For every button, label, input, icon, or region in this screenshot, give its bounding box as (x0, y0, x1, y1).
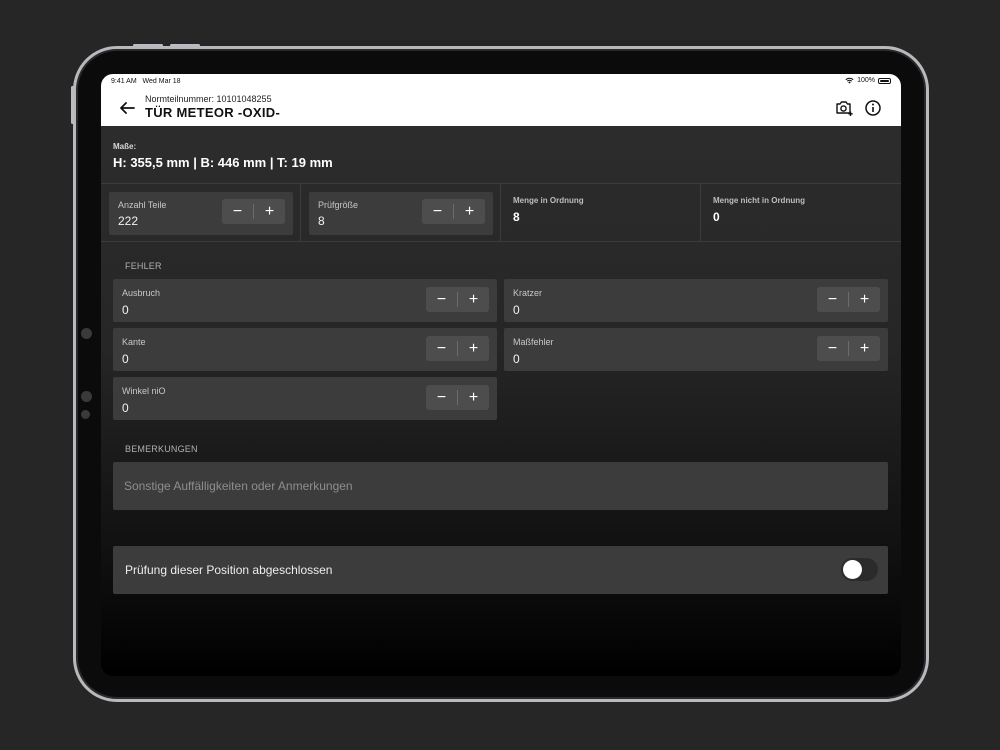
pruefgroesse-label: Prüfgröße (318, 200, 359, 210)
pruefgroesse-stepper: − + (422, 199, 485, 224)
fehler-label: Ausbruch (122, 288, 161, 298)
winkel-nio-plus-button[interactable]: + (458, 385, 489, 410)
wifi-icon (845, 77, 854, 84)
completion-row: Prüfung dieser Position abgeschlossen (113, 546, 888, 594)
side-sensor-dot (81, 391, 92, 402)
fehler-heading: FEHLER (125, 261, 162, 271)
winkel-nio-minus-button[interactable]: − (426, 385, 457, 410)
fehler-value: 0 (513, 352, 520, 366)
kante-stepper: − + (426, 336, 489, 361)
completion-toggle[interactable] (841, 558, 878, 581)
kante-minus-button[interactable]: − (426, 336, 457, 361)
menge-nicht-in-ordnung-label: Menge nicht in Ordnung (713, 196, 805, 205)
kratzer-plus-button[interactable]: + (849, 287, 880, 312)
dimensions-value: H: 355,5 mm | B: 446 mm | T: 19 mm (113, 155, 333, 170)
side-camera-dot (81, 328, 92, 339)
kratzer-minus-button[interactable]: − (817, 287, 848, 312)
bemerkungen-heading: BEMERKUNGEN (125, 444, 198, 454)
battery-percent: 100% (857, 77, 875, 84)
anzahl-teile-value: 222 (118, 214, 139, 228)
ausbruch-plus-button[interactable]: + (458, 287, 489, 312)
fehler-field-kratzer: Kratzer 0 − + (504, 279, 888, 322)
kante-plus-button[interactable]: + (458, 336, 489, 361)
camera-button[interactable] (834, 98, 854, 118)
remarks-input[interactable] (113, 462, 888, 510)
count-cell-in-ordnung: Menge in Ordnung 8 (501, 184, 701, 242)
status-bar: 9:41 AM Wed Mar 18 100% (101, 74, 901, 90)
massfehler-plus-button[interactable]: + (849, 336, 880, 361)
anzahl-teile-minus-button[interactable]: − (222, 199, 253, 224)
fehler-value: 0 (122, 401, 129, 415)
fehler-label: Maßfehler (513, 337, 554, 347)
count-cell-anzahl: Anzahl Teile 222 − + (101, 184, 301, 242)
anzahl-teile-stepper: − + (222, 199, 285, 224)
screen: 9:41 AM Wed Mar 18 100% Normteilnummer: … (101, 74, 901, 676)
toggle-knob (843, 560, 862, 579)
app-header: Normteilnummer: 10101048255 TÜR METEOR -… (101, 90, 901, 126)
status-date: Wed Mar 18 (142, 78, 181, 85)
battery-icon (878, 77, 891, 84)
back-arrow-icon (120, 102, 135, 114)
count-cell-pruefgroesse: Prüfgröße 8 − + (301, 184, 501, 242)
pruefgroesse-plus-button[interactable]: + (454, 199, 485, 224)
winkel-nio-stepper: − + (426, 385, 489, 410)
info-button[interactable] (863, 98, 883, 118)
fehler-label: Kante (122, 337, 146, 347)
camera-add-icon (836, 101, 853, 116)
pruefgroesse-value: 8 (318, 214, 325, 228)
info-icon (865, 100, 881, 116)
massfehler-minus-button[interactable]: − (817, 336, 848, 361)
count-cell-nicht-in-ordnung: Menge nicht in Ordnung 0 (701, 184, 901, 242)
page-title: TÜR METEOR -OXID- (145, 105, 281, 120)
completion-label: Prüfung dieser Position abgeschlossen (125, 563, 333, 577)
status-time: 9:41 AM Wed Mar 18 (111, 78, 181, 85)
massfehler-stepper: − + (817, 336, 880, 361)
anzahl-teile-field: Anzahl Teile 222 − + (109, 192, 293, 235)
fehler-field-winkel-nio: Winkel niO 0 − + (113, 377, 497, 420)
anzahl-teile-plus-button[interactable]: + (254, 199, 285, 224)
status-indicators: 100% (845, 77, 891, 84)
fehler-value: 0 (513, 303, 520, 317)
dimensions-section: Maße: H: 355,5 mm | B: 446 mm | T: 19 mm (101, 126, 901, 184)
side-sensor-dot-2 (81, 410, 90, 419)
fehler-field-kante: Kante 0 − + (113, 328, 497, 371)
fehler-label: Winkel niO (122, 386, 166, 396)
dimensions-label: Maße: (113, 142, 137, 151)
ausbruch-minus-button[interactable]: − (426, 287, 457, 312)
fehler-field-massfehler: Maßfehler 0 − + (504, 328, 888, 371)
menge-in-ordnung-label: Menge in Ordnung (513, 196, 584, 205)
menge-nicht-in-ordnung-value: 0 (713, 210, 720, 224)
fehler-value: 0 (122, 352, 129, 366)
fehler-value: 0 (122, 303, 129, 317)
part-number: Normteilnummer: 10101048255 (145, 94, 272, 104)
fehler-label: Kratzer (513, 288, 543, 298)
pruefgroesse-minus-button[interactable]: − (422, 199, 453, 224)
ausbruch-stepper: − + (426, 287, 489, 312)
counts-row: Anzahl Teile 222 − + Prüfgröße 8 − + Men… (101, 184, 901, 242)
status-clock: 9:41 AM (111, 78, 137, 85)
back-button[interactable] (117, 98, 139, 118)
menge-in-ordnung-value: 8 (513, 210, 520, 224)
fehler-field-ausbruch: Ausbruch 0 − + (113, 279, 497, 322)
anzahl-teile-label: Anzahl Teile (118, 200, 167, 210)
pruefgroesse-field: Prüfgröße 8 − + (309, 192, 493, 235)
kratzer-stepper: − + (817, 287, 880, 312)
